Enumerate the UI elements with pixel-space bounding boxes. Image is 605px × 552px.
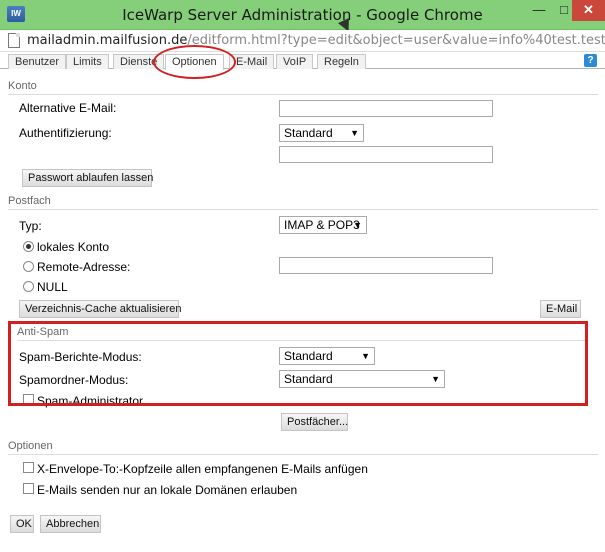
local-only-label: E-Mails senden nur an lokale Domänen erl…: [37, 483, 298, 497]
typ-label: Typ:: [19, 219, 42, 233]
tab-regeln[interactable]: Regeln: [317, 54, 366, 69]
tab-bar: Benutzer Limits Dienste Optionen E-Mail …: [0, 53, 605, 70]
tab-benutzer[interactable]: Benutzer: [8, 54, 67, 69]
url-path: /editform.html?type=edit&object=user&val…: [187, 33, 605, 48]
annotation-ellipse: [153, 45, 236, 79]
section-heading-optionen: Optionen: [8, 440, 598, 455]
alt-email-label: Alternative E-Mail:: [19, 101, 117, 115]
auth-extra-field[interactable]: [279, 146, 493, 163]
help-icon[interactable]: ?: [584, 54, 597, 67]
window-titlebar: IW IceWarp Server Administration - Googl…: [0, 0, 605, 30]
remote-address-field[interactable]: [279, 257, 493, 274]
radio-remote-label: Remote-Adresse:: [37, 260, 131, 274]
window-title: IceWarp Server Administration - Google C…: [122, 6, 483, 24]
tab-voip[interactable]: VoIP: [276, 54, 314, 69]
postfaecher-button[interactable]: Postfächer...: [281, 413, 348, 431]
email-button[interactable]: E-Mail: [540, 300, 581, 318]
radio-null[interactable]: [23, 281, 34, 292]
ok-button[interactable]: OK: [10, 515, 34, 533]
page-icon: [8, 33, 20, 48]
chevron-down-icon: ▼: [350, 128, 359, 138]
section-heading-postfach: Postfach: [8, 195, 598, 210]
close-button[interactable]: ✕: [572, 0, 605, 21]
alt-email-field[interactable]: [279, 100, 493, 117]
local-only-checkbox[interactable]: [23, 483, 34, 494]
minimize-button[interactable]: —: [525, 0, 553, 21]
cache-update-button[interactable]: Verzeichnis-Cache aktualisieren: [19, 300, 182, 318]
radio-local-label: lokales Konto: [37, 240, 110, 254]
section-heading-konto: Konto: [8, 80, 598, 95]
radio-null-label: NULL: [37, 280, 68, 294]
cancel-button[interactable]: Abbrechen: [40, 515, 101, 533]
annotation-rectangle: [8, 321, 588, 406]
typ-select[interactable]: IMAP & POP3 ▼: [279, 216, 367, 234]
auth-label: Authentifizierung:: [19, 126, 112, 140]
tab-limits[interactable]: Limits: [66, 54, 109, 69]
radio-remote[interactable]: [23, 261, 34, 272]
auth-select-value: Standard: [284, 126, 333, 140]
url-text[interactable]: mailadmin.mailfusion.de/editform.html?ty…: [27, 33, 605, 48]
radio-local[interactable]: [23, 241, 34, 252]
url-domain: mailadmin.mailfusion.de: [27, 33, 188, 48]
envelope-checkbox[interactable]: [23, 462, 34, 473]
typ-select-value: IMAP & POP3: [284, 218, 360, 232]
address-bar[interactable]: mailadmin.mailfusion.de/editform.html?ty…: [0, 30, 605, 52]
chevron-down-icon: ▼: [353, 220, 362, 230]
password-expire-button[interactable]: Passwort ablaufen lassen: [22, 169, 153, 187]
envelope-label: X-Envelope-To:-Kopfzeile allen empfangen…: [37, 462, 368, 476]
auth-select[interactable]: Standard ▼: [279, 124, 364, 142]
